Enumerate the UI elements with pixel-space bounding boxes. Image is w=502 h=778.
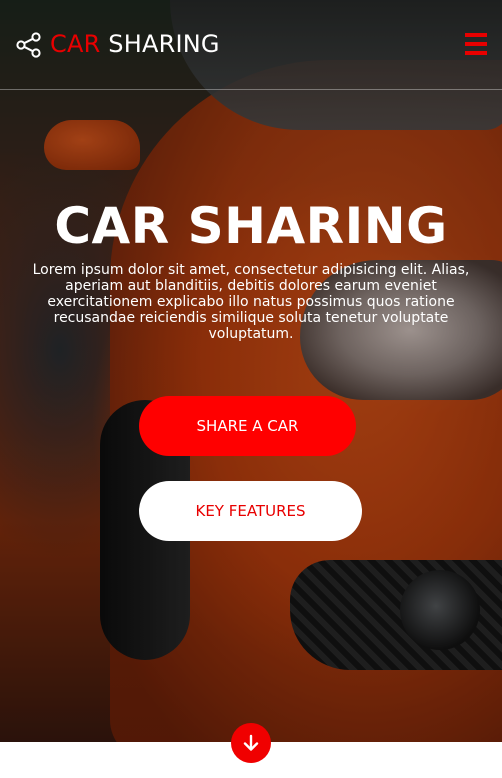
hero-title: CAR SHARING bbox=[54, 197, 448, 255]
share-icon[interactable] bbox=[16, 32, 42, 58]
brand-text: SHARING bbox=[108, 30, 220, 58]
hero-description: Lorem ipsum dolor sit amet, consectetur … bbox=[32, 262, 470, 342]
navbar: CAR SHARING bbox=[0, 0, 502, 90]
hamburger-menu-icon[interactable] bbox=[465, 33, 487, 57]
brand-accent: CAR bbox=[50, 30, 101, 58]
share-a-car-button[interactable]: SHARE A CAR bbox=[139, 396, 356, 456]
scroll-down-button[interactable] bbox=[231, 723, 271, 763]
key-features-button[interactable]: KEY FEATURES bbox=[139, 481, 362, 541]
hero-section: CAR SHARING CAR SHARING Lorem ipsum dolo… bbox=[0, 0, 502, 742]
arrow-down-icon bbox=[243, 734, 259, 751]
brand-logo[interactable]: CAR SHARING bbox=[50, 28, 220, 60]
